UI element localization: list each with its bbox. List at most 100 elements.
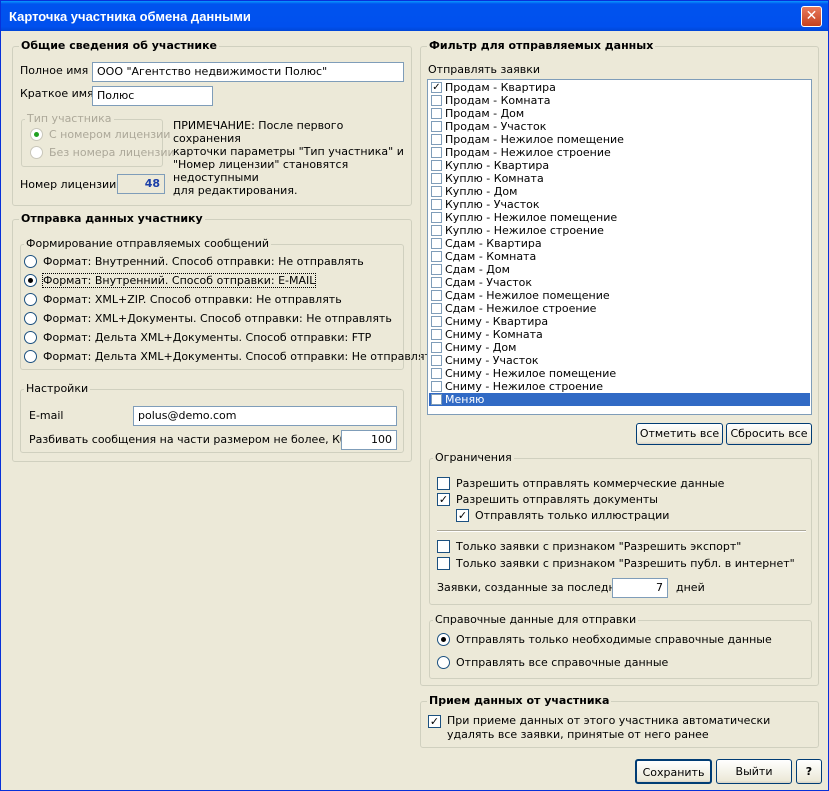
short-name-label: Краткое имя: [20, 87, 94, 100]
request-type-item[interactable]: Сдам - Дом: [429, 263, 810, 276]
check-icon[interactable]: ✓: [431, 82, 442, 93]
request-type-item[interactable]: ✓ Продам - Квартира: [429, 81, 810, 94]
checkbox[interactable]: [431, 264, 442, 275]
help-button[interactable]: ?: [796, 759, 822, 784]
checkbox[interactable]: [431, 394, 442, 405]
request-type-item[interactable]: Сниму - Квартира: [429, 315, 810, 328]
request-type-item[interactable]: Сдам - Нежилое помещение: [429, 289, 810, 302]
request-type-item[interactable]: Сдам - Квартира: [429, 237, 810, 250]
request-type-item[interactable]: Сниму - Дом: [429, 341, 810, 354]
request-type-item[interactable]: Продам - Дом: [429, 107, 810, 120]
request-type-label: Сдам - Квартира: [445, 237, 542, 250]
checkbox[interactable]: [431, 355, 442, 366]
auto-delete-checkbox[interactable]: ✓ При приеме данных от этого участника а…: [428, 714, 770, 742]
format-option[interactable]: Формат: Дельта XML+Документы. Способ отп…: [24, 331, 371, 344]
request-type-item[interactable]: Сдам - Участок: [429, 276, 810, 289]
checkbox[interactable]: [431, 108, 442, 119]
only-illustrations-checkbox[interactable]: ✓ Отправлять только иллюстрации: [456, 509, 669, 522]
request-type-item[interactable]: Сниму - Нежилое помещение: [429, 367, 810, 380]
checkbox[interactable]: [431, 329, 442, 340]
split-size-label: Разбивать сообщения на части размером не…: [29, 433, 347, 446]
reset-all-button[interactable]: Сбросить все: [726, 423, 812, 445]
checkbox[interactable]: [431, 368, 442, 379]
format-option[interactable]: Формат: XML+Документы. Способ отправки: …: [24, 312, 392, 325]
checkbox[interactable]: [431, 225, 442, 236]
request-type-item[interactable]: Куплю - Квартира: [429, 159, 810, 172]
checkbox[interactable]: [431, 173, 442, 184]
request-type-item[interactable]: Сниму - Участок: [429, 354, 810, 367]
only-export-checkbox[interactable]: Только заявки с признаком "Разрешить экс…: [437, 540, 741, 553]
filter-legend: Фильтр для отправляемых данных: [427, 39, 656, 52]
split-size-input[interactable]: 100: [341, 430, 397, 450]
days-input[interactable]: 7: [612, 578, 668, 598]
full-name-label: Полное имя: [20, 64, 89, 77]
type-with-license-radio[interactable]: С номером лицензии: [30, 128, 170, 141]
format-option[interactable]: Формат: Дельта XML+Документы. Способ отп…: [24, 350, 437, 363]
checkbox[interactable]: [431, 277, 442, 288]
participant-type-group: Тип участника С номером лицензии Без ном…: [21, 112, 175, 167]
request-type-label: Продам - Дом: [445, 107, 525, 120]
request-type-label: Сниму - Квартира: [445, 315, 549, 328]
check-all-button[interactable]: Отметить все: [636, 423, 723, 445]
checkbox[interactable]: [431, 199, 442, 210]
check-icon: ✓: [456, 509, 469, 522]
save-button[interactable]: Сохранить: [635, 759, 712, 784]
request-type-item[interactable]: Сдам - Комната: [429, 250, 810, 263]
request-type-label: Сниму - Нежилое строение: [445, 380, 603, 393]
checkbox[interactable]: [431, 290, 442, 301]
request-type-item[interactable]: Продам - Нежилое помещение: [429, 133, 810, 146]
request-type-item[interactable]: Куплю - Комната: [429, 172, 810, 185]
format-option[interactable]: Формат: XML+ZIP. Способ отправки: Не отп…: [24, 293, 342, 306]
checkbox[interactable]: [431, 134, 442, 145]
note-text: ПРИМЕЧАНИЕ: После первого сохранения кар…: [173, 119, 404, 197]
request-type-label: Сниму - Участок: [445, 354, 539, 367]
request-type-item[interactable]: Сниму - Нежилое строение: [429, 380, 810, 393]
allow-commercial-checkbox[interactable]: Разрешить отправлять коммерческие данные: [437, 477, 724, 490]
reference-all-radio[interactable]: Отправлять все справочные данные: [437, 656, 668, 669]
request-type-item[interactable]: Продам - Комната: [429, 94, 810, 107]
request-type-item[interactable]: Меняю: [429, 393, 810, 406]
sending-group: Отправка данных участнику Формирование о…: [12, 212, 437, 462]
short-name-input[interactable]: Полюс: [92, 86, 213, 106]
checkbox[interactable]: [431, 95, 442, 106]
checkbox[interactable]: [431, 160, 442, 171]
receive-group: Прием данных от участника ✓ При приеме д…: [420, 694, 819, 748]
only-internet-checkbox[interactable]: Только заявки с признаком "Разрешить пуб…: [437, 557, 795, 570]
request-type-item[interactable]: Продам - Нежилое строение: [429, 146, 810, 159]
checkbox[interactable]: [431, 147, 442, 158]
format-option[interactable]: Формат: Внутренний. Способ отправки: E-M…: [24, 273, 317, 288]
license-number-label: Номер лицензии: [20, 178, 117, 191]
checkbox[interactable]: [431, 342, 442, 353]
checkbox[interactable]: [431, 251, 442, 262]
full-name-input[interactable]: ООО "Агентство недвижимости Полюс": [92, 62, 404, 82]
check-icon: ✓: [437, 493, 450, 506]
limits-separator: [437, 530, 806, 532]
request-type-item[interactable]: Сниму - Комната: [429, 328, 810, 341]
type-without-license-radio[interactable]: Без номера лицензии: [30, 146, 175, 159]
reference-needed-radio[interactable]: Отправлять только необходимые справочные…: [437, 633, 772, 646]
request-type-item[interactable]: Куплю - Участок: [429, 198, 810, 211]
checkbox[interactable]: [431, 186, 442, 197]
request-type-item[interactable]: Куплю - Нежилое помещение: [429, 211, 810, 224]
request-type-item[interactable]: Продам - Участок: [429, 120, 810, 133]
request-type-item[interactable]: Сдам - Нежилое строение: [429, 302, 810, 315]
type-without-license-label: Без номера лицензии: [49, 146, 175, 159]
checkbox[interactable]: [431, 212, 442, 223]
checkbox[interactable]: [431, 316, 442, 327]
checkbox[interactable]: [431, 121, 442, 132]
checkbox[interactable]: [431, 381, 442, 392]
format-option[interactable]: Формат: Внутренний. Способ отправки: Не …: [24, 255, 364, 268]
checkbox[interactable]: [431, 238, 442, 249]
request-type-item[interactable]: Куплю - Нежилое строение: [429, 224, 810, 237]
exit-button[interactable]: Выйти: [716, 759, 792, 784]
request-type-item[interactable]: Куплю - Дом: [429, 185, 810, 198]
requests-list-label: Отправлять заявки: [428, 63, 540, 76]
reference-data-group: Справочные данные для отправки Отправлят…: [429, 613, 812, 679]
allow-documents-checkbox[interactable]: ✓ Разрешить отправлять документы: [437, 493, 658, 506]
dialog-window: Карточка участника обмена данными ✕ Общи…: [0, 0, 829, 791]
requests-list[interactable]: ✓ Продам - Квартира Продам - Комната Продам…: [427, 79, 812, 415]
close-button[interactable]: ✕: [801, 6, 822, 27]
email-input[interactable]: polus@demo.com: [133, 406, 397, 426]
title-bar[interactable]: Карточка участника обмена данными ✕: [1, 1, 828, 31]
checkbox[interactable]: [431, 303, 442, 314]
